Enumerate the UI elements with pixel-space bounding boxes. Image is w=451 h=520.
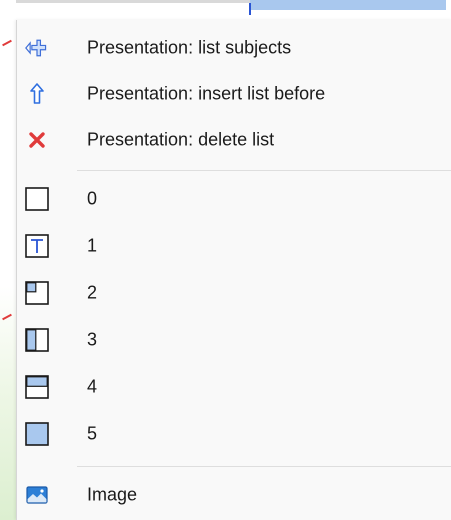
- layout-blank-icon: [25, 187, 49, 211]
- layout-full-icon: [25, 422, 49, 446]
- menu-item-label: 4: [87, 376, 98, 397]
- menu-item-layout-3[interactable]: 3: [17, 317, 451, 363]
- background-canvas: [0, 0, 16, 520]
- menu-item-layout-4[interactable]: 4: [17, 364, 451, 410]
- menu-item-label: 0: [87, 188, 98, 209]
- list-subjects-icon: [25, 36, 49, 60]
- menu-separator: [77, 466, 451, 467]
- menu-item-label: 3: [87, 329, 98, 350]
- menu-item-layout-2[interactable]: 2: [17, 270, 451, 316]
- menu-item-image[interactable]: Image: [17, 472, 451, 518]
- background-marker: [249, 3, 251, 15]
- context-menu: Presentation: list subjects Presentation…: [16, 20, 451, 520]
- menu-item-layout-5[interactable]: 5: [17, 411, 451, 457]
- layout-corner-icon: [25, 281, 49, 305]
- layout-top-panel-icon: [25, 375, 49, 399]
- menu-item-layout-0[interactable]: 0: [17, 176, 451, 222]
- menu-item-label: Presentation: insert list before: [87, 83, 326, 104]
- image-icon: [25, 483, 49, 507]
- menu-item-label: 5: [87, 423, 98, 444]
- menu-item-layout-1[interactable]: 1: [17, 223, 451, 269]
- layout-title-icon: [25, 234, 49, 258]
- menu-item-label: 2: [87, 282, 98, 303]
- menu-item-label: 1: [87, 235, 98, 256]
- background-selection: [250, 0, 446, 10]
- menu-item-label: Presentation: delete list: [87, 129, 275, 150]
- background-bar: [16, 0, 250, 3]
- menu-item-label: Presentation: list subjects: [87, 37, 292, 58]
- layout-left-panel-icon: [25, 328, 49, 352]
- menu-separator: [77, 170, 451, 171]
- up-arrow-icon: [25, 82, 49, 106]
- menu-item-insert-list-before[interactable]: Presentation: insert list before: [17, 71, 451, 117]
- menu-item-label: Image: [87, 484, 138, 505]
- menu-item-delete-list[interactable]: Presentation: delete list: [17, 117, 451, 163]
- delete-x-icon: [25, 128, 49, 152]
- menu-item-list-subjects[interactable]: Presentation: list subjects: [17, 25, 451, 71]
